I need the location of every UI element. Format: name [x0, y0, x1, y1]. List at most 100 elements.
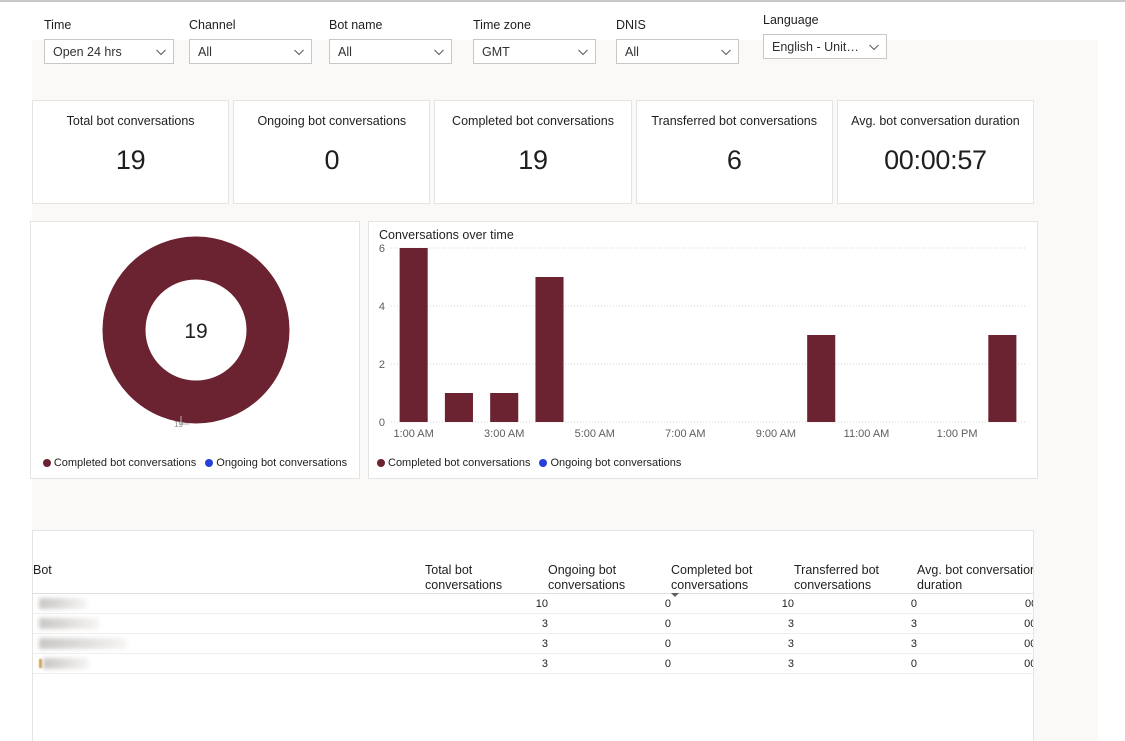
table-header: Bot Total bot conversations Ongoing bot conv… [33, 531, 1033, 597]
filter-time-zone-dropdown[interactable]: GMT [473, 39, 596, 64]
filter-language-label: Language [763, 13, 819, 27]
filter-dnis: DNIS All [616, 18, 739, 64]
redacted-bot-name [39, 618, 99, 630]
table-row[interactable]: 10010000:01:11 [33, 593, 1033, 614]
y-axis-tick-label: 6 [379, 243, 385, 255]
table-cell-avg-duration: 00:00:42 [917, 653, 1033, 674]
bar-chart[interactable]: 0 2 4 6 1:00 AM 3:00 AM 5:00 AM 7:00 AM 9:00 AM 1… [369, 242, 1029, 465]
table-header-row: Bot Total bot conversations Ongoing bot conv… [33, 531, 1033, 597]
kpi-value: 0 [324, 145, 340, 175]
table-column-header-label: Bot [33, 563, 52, 577]
donut-chart[interactable]: 19 [31, 230, 359, 430]
table-cell-completed: 3 [671, 613, 794, 634]
x-axis-tick-label: 9:00 AM [756, 428, 796, 440]
table-cell-transferred: 3 [794, 633, 917, 654]
charts-row: 19 19 Completed bot conversations Ongoing… [30, 221, 1038, 479]
redaction-marker [39, 659, 42, 669]
filter-dnis-label: DNIS [616, 18, 646, 32]
filter-channel-label: Channel [189, 18, 236, 32]
x-axis-tick-label: 11:00 AM [844, 428, 890, 440]
table-column-header[interactable]: Transferred bot conversations [794, 531, 917, 594]
legend-color-dot-icon [42, 459, 51, 467]
chevron-down-icon [155, 46, 167, 58]
table-column-header[interactable]: Bot [33, 531, 425, 594]
table-column-header[interactable]: Total bot conversations [425, 531, 548, 594]
filter-bar: Time Open 24 hrs Channel All Bot name All Time… [44, 13, 944, 80]
chevron-down-icon [293, 46, 305, 58]
bar[interactable] [988, 335, 1017, 422]
legend-item[interactable]: Ongoing bot conversations [205, 457, 347, 469]
table-cell-transferred: 0 [794, 593, 917, 614]
table-row[interactable]: 303000:00:42 [33, 653, 1033, 674]
chevron-down-icon [577, 46, 589, 58]
filter-dnis-dropdown[interactable]: All [616, 39, 739, 64]
bar[interactable] [399, 248, 428, 422]
kpi-card[interactable]: Ongoing bot conversations 0 [233, 100, 431, 204]
legend-item[interactable]: Ongoing bot conversations [539, 457, 681, 469]
table-column-header-label: Completed bot conversations [671, 531, 794, 597]
table-cell-ongoing: 0 [548, 633, 671, 654]
filter-time-zone-value: GMT [482, 44, 510, 59]
kpi-card[interactable]: Transferred bot conversations 6 [635, 100, 833, 204]
filter-bot-name: Bot name All [329, 18, 452, 64]
kpi-card[interactable]: Total bot conversations 19 [32, 100, 230, 204]
table-cell-ongoing: 0 [548, 613, 671, 634]
y-axis-tick-label: 0 [379, 417, 385, 429]
table-column-header[interactable]: Avg. bot conversation duration [917, 531, 1033, 594]
bot-table-card: Bot Total bot conversations Ongoing bot conv… [32, 530, 1034, 741]
legend-label: Completed bot conversations [53, 457, 197, 469]
legend-color-dot-icon [539, 459, 548, 467]
bar[interactable] [490, 393, 519, 422]
filter-time-dropdown[interactable]: Open 24 hrs [44, 39, 174, 64]
legend-label: Completed bot conversations [388, 457, 531, 469]
table-row[interactable]: 303300:00:31 [33, 613, 1033, 634]
table-cell-total: 3 [425, 633, 548, 654]
redacted-bot-name [43, 658, 89, 670]
chevron-down-icon [720, 46, 732, 58]
filter-time-label: Time [44, 18, 72, 32]
kpi-title: Avg. bot conversation duration [851, 114, 1020, 128]
y-axis-tick-label: 2 [379, 359, 385, 371]
table-cell-bot-name [33, 653, 425, 674]
bar[interactable] [807, 335, 836, 422]
filter-time-zone: Time zone GMT [473, 18, 596, 64]
donut-chart-card: 19 19 Completed bot conversations Ongoing… [30, 221, 360, 479]
table-cell-completed: 3 [671, 633, 794, 654]
table-column-header[interactable]: Completed bot conversations [671, 531, 794, 597]
filter-channel-dropdown[interactable]: All [189, 39, 312, 64]
table-column-header[interactable]: Ongoing bot conversations [548, 531, 671, 594]
legend-label: Ongoing bot conversations [550, 457, 682, 469]
kpi-title: Completed bot conversations [452, 114, 614, 128]
filter-bot-name-dropdown[interactable]: All [329, 39, 452, 64]
table-cell-bot-name [33, 613, 425, 634]
x-axis-tick-label: 1:00 AM [393, 428, 433, 440]
kpi-value: 19 [115, 145, 146, 175]
chevron-down-icon [433, 46, 445, 58]
legend-color-dot-icon [377, 459, 385, 467]
x-axis-tick-label: 1:00 PM [937, 428, 978, 440]
table-column-header-label: Ongoing bot conversations [548, 563, 626, 592]
kpi-title: Ongoing bot conversations [257, 114, 407, 128]
kpi-card[interactable]: Completed bot conversations 19 [434, 100, 632, 204]
bot-table: Bot Total bot conversations Ongoing bot conv… [33, 531, 1033, 674]
kpi-value: 6 [726, 145, 742, 175]
table-cell-total: 3 [425, 613, 548, 634]
legend-item[interactable]: Completed bot conversations [377, 457, 530, 469]
filter-language-dropdown[interactable]: English - United S... [763, 34, 887, 59]
y-axis-tick-label: 4 [379, 301, 385, 313]
table-row[interactable]: 303300:00:55 [33, 633, 1033, 654]
donut-legend: Completed bot conversations Ongoing bot c… [31, 457, 359, 469]
filter-dnis-value: All [625, 44, 639, 59]
kpi-card[interactable]: Avg. bot conversation duration 00:00:57 [836, 100, 1035, 204]
table-cell-bot-name [33, 633, 425, 654]
donut-center-value: 19 [184, 320, 207, 343]
conversations-over-time-card: Conversations over time 0 2 4 6 1:00 AM 3:00 … [368, 221, 1038, 479]
legend-item[interactable]: Completed bot conversations [42, 457, 197, 469]
bar[interactable] [444, 393, 473, 422]
kpi-title: Transferred bot conversations [651, 114, 817, 128]
bar-chart-legend: Completed bot conversations Ongoing bot c… [369, 457, 1037, 469]
bar[interactable] [535, 277, 564, 422]
sort-descending-icon [671, 593, 679, 597]
filter-time-zone-label: Time zone [473, 18, 531, 32]
donut-svg: 19 [102, 236, 290, 425]
